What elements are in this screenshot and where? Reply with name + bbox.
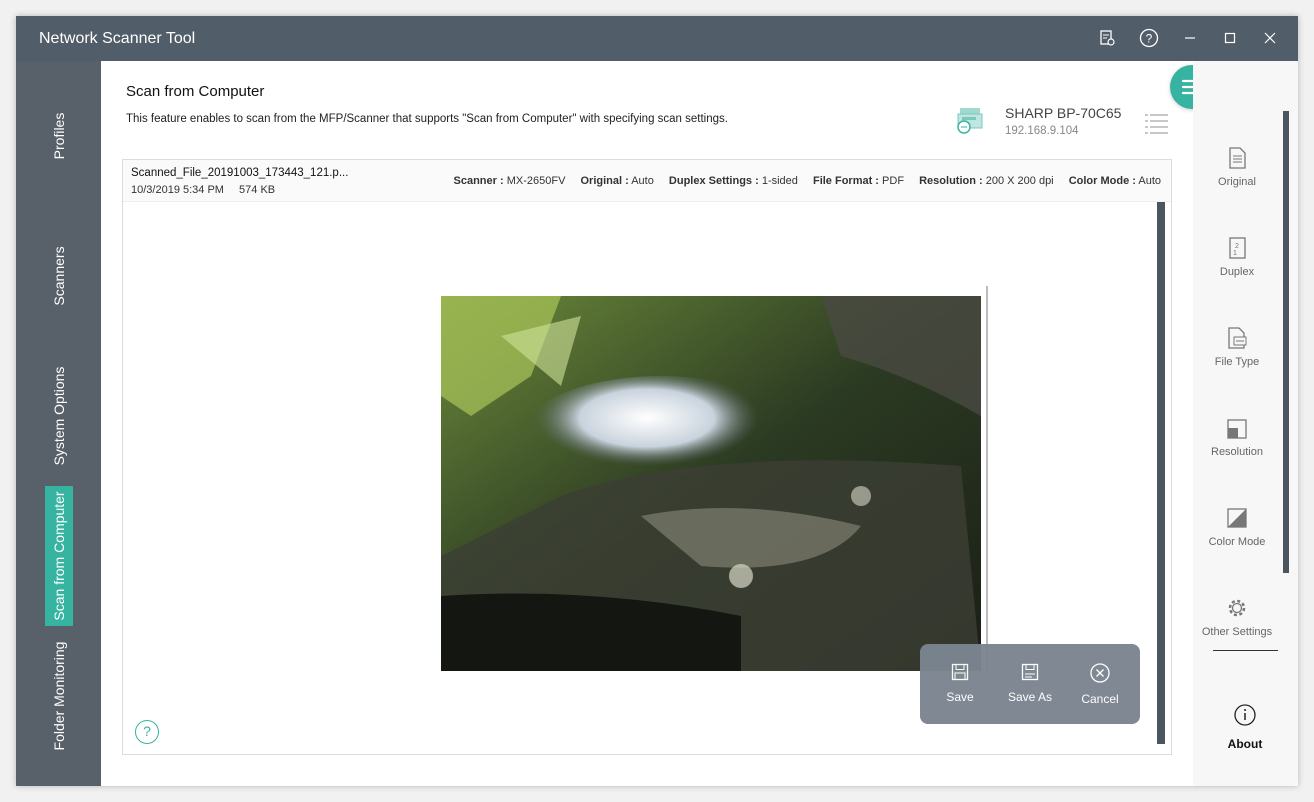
save-as-label: Save As (1007, 690, 1053, 704)
tab-profiles[interactable]: Profiles (45, 91, 73, 181)
main-content: Scan from Computer This feature enables … (101, 61, 1214, 786)
setting-file-type[interactable]: File Type (1193, 326, 1281, 368)
color-mode-icon (1227, 508, 1247, 528)
file-type-icon (1228, 327, 1247, 349)
svg-text:1: 1 (1233, 250, 1237, 257)
scanner-label: Scanner : (453, 175, 504, 187)
scanner-device-icon (955, 105, 985, 135)
setting-label: Other Settings (1201, 626, 1273, 638)
scanned-image (441, 296, 981, 671)
setting-color-mode[interactable]: Color Mode (1193, 506, 1281, 548)
setting-label: File Type (1214, 356, 1260, 368)
left-nav: Profiles Scanners System Options Scan fr… (16, 61, 101, 786)
duplex-value: 1-sided (761, 175, 798, 187)
setting-other-settings[interactable]: Other Settings (1193, 596, 1281, 638)
file-info-bar: Scanned_File_20191003_173443_121.p... 10… (123, 160, 1171, 202)
document-icon (1229, 147, 1246, 169)
info-icon (1234, 704, 1256, 726)
scanned-page (433, 286, 988, 674)
setting-original[interactable]: Original (1193, 146, 1281, 188)
setting-label: Color Mode (1208, 536, 1266, 548)
tab-system-options[interactable]: System Options (45, 357, 73, 475)
help-icon[interactable]: ? (135, 720, 159, 744)
file-datetime: 10/3/2019 5:34 PM (131, 184, 224, 196)
duplex-label: Duplex Settings : (668, 175, 759, 187)
save-button[interactable]: Save (930, 662, 990, 704)
maximize-icon[interactable] (1217, 25, 1243, 51)
setting-label: Original (1218, 176, 1256, 188)
save-as-button[interactable]: Save As (1000, 662, 1060, 704)
gear-icon (1228, 599, 1246, 617)
about-label: About (1227, 737, 1263, 751)
tab-folder-monitoring[interactable]: Folder Monitoring (45, 631, 73, 761)
tab-scan-from-computer[interactable]: Scan from Computer (45, 486, 73, 626)
setting-label: Resolution (1211, 446, 1263, 458)
setting-resolution[interactable]: Resolution (1193, 416, 1281, 458)
svg-text:2: 2 (1235, 243, 1239, 250)
title-bar: Network Scanner Tool ? (16, 16, 1298, 61)
app-window: Network Scanner Tool ? Profiles Scanners… (16, 16, 1298, 786)
device-ip: 192.168.9.104 (1005, 125, 1079, 137)
file-name: Scanned_File_20191003_173443_121.p... (131, 167, 349, 179)
resolution-icon (1227, 419, 1247, 439)
minimize-icon[interactable] (1177, 25, 1203, 51)
action-panel: Save Save As Cancel (920, 644, 1140, 724)
format-value: PDF (882, 175, 905, 187)
tab-label: System Options (51, 366, 67, 466)
original-value: Auto (631, 175, 654, 187)
setting-label: Duplex (1219, 266, 1255, 278)
setting-duplex[interactable]: 21 Duplex (1193, 236, 1281, 278)
tab-label: Scanners (51, 246, 67, 306)
file-size: 574 KB (239, 184, 276, 196)
save-icon (951, 663, 969, 681)
cancel-icon (1090, 663, 1110, 683)
save-label: Save (946, 690, 974, 704)
format-label: File Format : (812, 175, 879, 187)
close-icon[interactable] (1257, 25, 1283, 51)
about-button[interactable]: About (1201, 703, 1289, 751)
resolution-label: Resolution : (919, 175, 983, 187)
preview-scrollbar[interactable] (1157, 202, 1165, 744)
sidebar-scrollbar[interactable] (1283, 111, 1289, 573)
color-label: Color Mode : (1068, 175, 1136, 187)
scanner-value: MX-2650FV (506, 175, 566, 187)
cancel-button[interactable]: Cancel (1070, 662, 1130, 706)
app-title: Network Scanner Tool (39, 30, 196, 47)
original-label: Original : (580, 175, 629, 187)
list-icon[interactable] (1144, 111, 1170, 135)
tab-label: Folder Monitoring (51, 641, 67, 751)
scan-settings-summary: Scanner : MX-2650FV Original : Auto Dupl… (442, 175, 1161, 187)
color-value: Auto (1138, 175, 1161, 187)
license-icon[interactable] (1094, 25, 1120, 51)
tab-label: Profiles (51, 112, 67, 160)
save-as-icon (1021, 663, 1039, 681)
device-name[interactable]: SHARP BP-70C65 (1005, 105, 1121, 121)
svg-text:?: ? (1146, 32, 1153, 46)
duplex-icon: 21 (1229, 237, 1246, 259)
page-description: This feature enables to scan from the MF… (126, 113, 728, 125)
settings-sidebar: Original 21 Duplex File Type Resolution … (1193, 61, 1298, 786)
resolution-value: 200 X 200 dpi (985, 175, 1054, 187)
sidebar-divider (1213, 650, 1278, 651)
page-title: Scan from Computer (126, 83, 265, 100)
file-meta: 10/3/2019 5:34 PM 574 KB (131, 184, 287, 196)
tab-label: Scan from Computer (51, 491, 67, 621)
cancel-label: Cancel (1081, 692, 1119, 706)
tab-scanners[interactable]: Scanners (45, 231, 73, 321)
help-icon[interactable]: ? (1136, 25, 1162, 51)
